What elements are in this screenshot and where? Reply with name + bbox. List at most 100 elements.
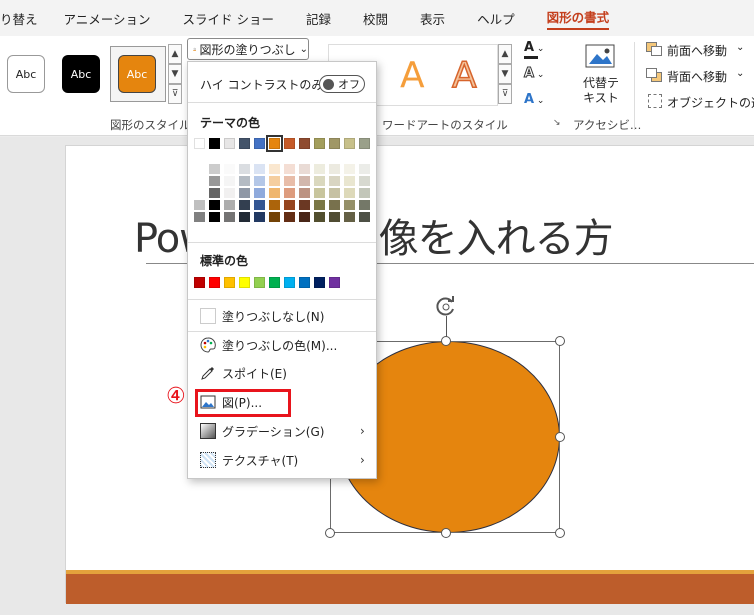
theme-color-shade[interactable] bbox=[299, 212, 310, 222]
theme-color-swatch[interactable] bbox=[284, 138, 295, 149]
theme-color-shade[interactable] bbox=[329, 200, 340, 210]
text-fill-icon[interactable]: A ⌄ bbox=[524, 40, 544, 55]
chevron-down-icon[interactable]: ⌄ bbox=[736, 42, 744, 53]
theme-color-shade[interactable] bbox=[329, 176, 340, 186]
tab-transitions[interactable]: り替え bbox=[0, 9, 38, 28]
menu-item-texture[interactable]: テクスチャ(T) › bbox=[188, 447, 376, 473]
theme-color-shade[interactable] bbox=[314, 188, 325, 198]
standard-color-swatch[interactable] bbox=[239, 277, 250, 288]
theme-color-shade[interactable] bbox=[209, 188, 220, 198]
theme-color-shade[interactable] bbox=[194, 188, 205, 198]
theme-color-shade[interactable] bbox=[239, 212, 250, 222]
tab-animations[interactable]: アニメーション bbox=[64, 9, 151, 28]
theme-color-shade[interactable] bbox=[284, 212, 295, 222]
theme-color-shade[interactable] bbox=[254, 164, 265, 174]
wordart-scroll-down[interactable]: ▼ bbox=[498, 64, 512, 84]
theme-color-shade[interactable] bbox=[269, 212, 280, 222]
text-outline-icon[interactable]: A ⌄ bbox=[523, 66, 544, 82]
theme-color-swatch[interactable] bbox=[314, 138, 325, 149]
theme-color-shade[interactable] bbox=[329, 164, 340, 174]
theme-color-shade[interactable] bbox=[344, 164, 355, 174]
theme-color-shade[interactable] bbox=[269, 164, 280, 174]
resize-handle-e[interactable] bbox=[555, 432, 565, 442]
styles-more[interactable]: ⊽ bbox=[168, 84, 182, 104]
standard-color-swatch[interactable] bbox=[299, 277, 310, 288]
theme-color-shade[interactable] bbox=[344, 176, 355, 186]
theme-color-shade[interactable] bbox=[224, 188, 235, 198]
menu-item-gradient[interactable]: グラデーション(G) › bbox=[188, 418, 376, 444]
theme-color-shade[interactable] bbox=[224, 164, 235, 174]
theme-color-shade[interactable] bbox=[194, 200, 205, 210]
menu-item-eyedropper[interactable]: スポイト(E) bbox=[188, 360, 376, 386]
resize-handle-sw[interactable] bbox=[325, 528, 335, 538]
theme-color-shade[interactable] bbox=[269, 200, 280, 210]
text-effects-icon[interactable]: A ⌄ bbox=[524, 92, 544, 107]
theme-color-shade[interactable] bbox=[284, 176, 295, 186]
theme-color-swatch[interactable] bbox=[344, 138, 355, 149]
theme-color-shade[interactable] bbox=[209, 212, 220, 222]
theme-color-shade[interactable] bbox=[299, 188, 310, 198]
standard-color-swatch[interactable] bbox=[209, 277, 220, 288]
theme-color-shade[interactable] bbox=[224, 200, 235, 210]
theme-color-shade[interactable] bbox=[314, 212, 325, 222]
resize-handle-se[interactable] bbox=[555, 528, 565, 538]
standard-color-swatch[interactable] bbox=[314, 277, 325, 288]
theme-color-shade[interactable] bbox=[299, 176, 310, 186]
theme-color-shade[interactable] bbox=[269, 176, 280, 186]
shape-style-white[interactable]: Abc bbox=[7, 55, 45, 93]
send-backward-button[interactable]: 背面へ移動 bbox=[667, 68, 727, 85]
shape-fill-button[interactable]: 図形の塗りつぶし ⌄ bbox=[187, 38, 309, 60]
theme-color-shade[interactable] bbox=[299, 164, 310, 174]
theme-color-shade[interactable] bbox=[359, 188, 370, 198]
shape-style-black[interactable]: Abc bbox=[62, 55, 100, 93]
theme-color-shade[interactable] bbox=[254, 212, 265, 222]
theme-color-shade[interactable] bbox=[314, 176, 325, 186]
resize-handle-s[interactable] bbox=[441, 528, 451, 538]
standard-color-swatch[interactable] bbox=[329, 277, 340, 288]
theme-color-shade[interactable] bbox=[314, 200, 325, 210]
theme-color-shade[interactable] bbox=[209, 164, 220, 174]
theme-color-shade[interactable] bbox=[314, 164, 325, 174]
theme-color-shade[interactable] bbox=[359, 176, 370, 186]
theme-color-swatch[interactable] bbox=[359, 138, 370, 149]
theme-color-shade[interactable] bbox=[329, 212, 340, 222]
theme-color-swatch[interactable] bbox=[194, 138, 205, 149]
tab-slideshow[interactable]: スライド ショー bbox=[183, 9, 274, 28]
tab-shape-format[interactable]: 図形の書式 bbox=[546, 7, 610, 30]
standard-color-swatch[interactable] bbox=[284, 277, 295, 288]
shape-style-orange[interactable]: Abc bbox=[118, 55, 156, 93]
standard-color-swatch[interactable] bbox=[194, 277, 205, 288]
theme-color-shade[interactable] bbox=[359, 212, 370, 222]
wordart-style-outline[interactable]: A bbox=[451, 54, 477, 97]
theme-color-shade[interactable] bbox=[194, 212, 205, 222]
theme-color-shade[interactable] bbox=[344, 200, 355, 210]
theme-color-swatch[interactable] bbox=[224, 138, 235, 149]
theme-color-shade[interactable] bbox=[254, 176, 265, 186]
standard-color-swatch[interactable] bbox=[269, 277, 280, 288]
wordart-style-orange[interactable]: A bbox=[400, 55, 425, 96]
theme-color-shade[interactable] bbox=[254, 200, 265, 210]
tab-record[interactable]: 記録 bbox=[306, 9, 331, 28]
theme-color-shade[interactable] bbox=[209, 176, 220, 186]
theme-color-shade[interactable] bbox=[344, 212, 355, 222]
theme-color-shade[interactable] bbox=[224, 212, 235, 222]
theme-color-shade[interactable] bbox=[194, 164, 205, 174]
theme-color-shade[interactable] bbox=[224, 176, 235, 186]
resize-handle-ne[interactable] bbox=[555, 336, 565, 346]
tab-view[interactable]: 表示 bbox=[420, 9, 445, 28]
tab-review[interactable]: 校閲 bbox=[363, 9, 388, 28]
theme-color-swatch[interactable] bbox=[266, 135, 283, 152]
theme-color-shade[interactable] bbox=[269, 188, 280, 198]
selection-pane-button[interactable]: オブジェクトの選択と bbox=[667, 94, 754, 111]
dialog-launcher-icon[interactable]: ↘ bbox=[553, 118, 561, 128]
theme-color-shade[interactable] bbox=[344, 188, 355, 198]
theme-color-swatch[interactable] bbox=[329, 138, 340, 149]
theme-color-swatch[interactable] bbox=[209, 138, 220, 149]
theme-color-shade[interactable] bbox=[284, 164, 295, 174]
wordart-more[interactable]: ⊽ bbox=[498, 84, 512, 104]
standard-color-swatch[interactable] bbox=[254, 277, 265, 288]
theme-color-shade[interactable] bbox=[284, 200, 295, 210]
theme-color-shade[interactable] bbox=[284, 188, 295, 198]
theme-color-shade[interactable] bbox=[359, 200, 370, 210]
styles-scroll-up[interactable]: ▲ bbox=[168, 44, 182, 64]
